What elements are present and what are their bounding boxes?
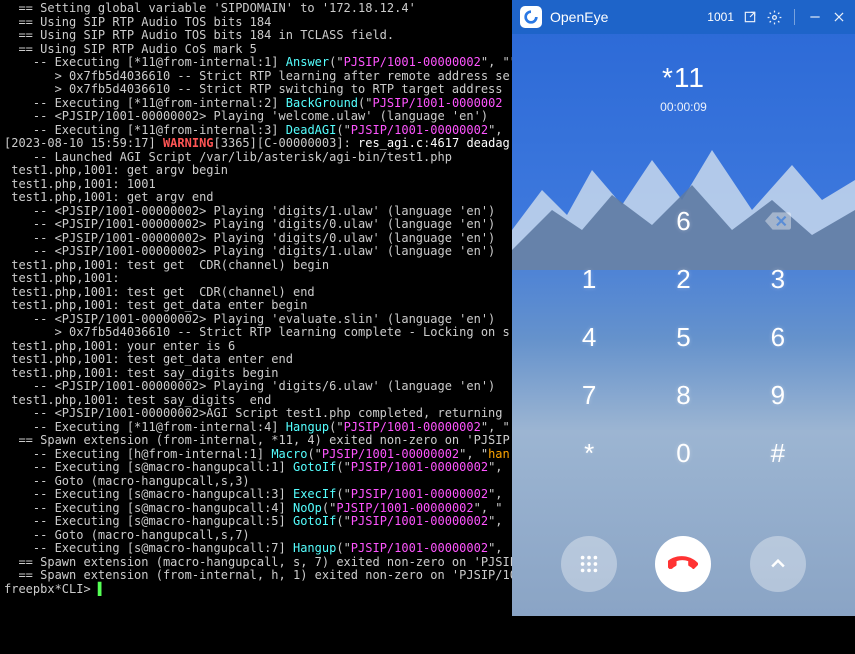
titlebar: OpenEye 1001 (512, 0, 855, 34)
dialpad-key-*[interactable]: * (559, 432, 619, 474)
call-display: *11 00:00:09 (512, 62, 855, 114)
account-label: 1001 (707, 10, 734, 24)
backspace-button[interactable] (748, 200, 808, 242)
dialed-number: *11 (512, 62, 855, 94)
dialpad-key-3[interactable]: 3 (748, 258, 808, 300)
action-bar (512, 536, 855, 592)
dialpad-key-1[interactable]: 1 (559, 258, 619, 300)
close-icon[interactable] (831, 9, 847, 25)
dialpad: 6123456789*0# (512, 200, 855, 490)
dialpad-toggle-button[interactable] (561, 536, 617, 592)
call-timer: 00:00:09 (512, 100, 855, 114)
minimize-icon[interactable] (807, 9, 823, 25)
collapse-button[interactable] (750, 536, 806, 592)
dialpad-key-6[interactable]: 6 (748, 316, 808, 358)
hangup-button[interactable] (655, 536, 711, 592)
app-logo-icon (520, 6, 542, 28)
app-name: OpenEye (550, 9, 608, 25)
softphone-window: OpenEye 1001 *11 00:00:09 6123456789*0# (512, 0, 855, 616)
dialpad-key-5[interactable]: 5 (653, 316, 713, 358)
dialpad-key-2[interactable]: 2 (653, 258, 713, 300)
dialpad-key-0[interactable]: 0 (653, 432, 713, 474)
dialpad-key-9[interactable]: 9 (748, 374, 808, 416)
dialpad-key-4[interactable]: 4 (559, 316, 619, 358)
gear-icon[interactable] (766, 9, 782, 25)
dialpad-key-7[interactable]: 7 (559, 374, 619, 416)
dialpad-key-#[interactable]: # (748, 432, 808, 474)
dialpad-key-8[interactable]: 8 (653, 374, 713, 416)
entered-digit: 6 (653, 200, 713, 242)
popout-icon[interactable] (742, 9, 758, 25)
